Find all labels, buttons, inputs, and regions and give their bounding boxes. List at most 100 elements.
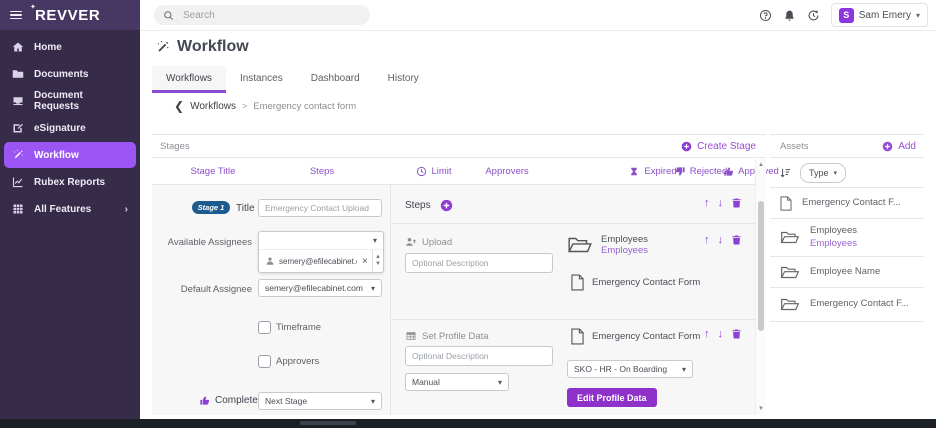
tab-bar: Workflows Instances Dashboard History bbox=[152, 66, 433, 93]
delete-stage-trash-icon[interactable] bbox=[731, 197, 742, 209]
type-filter-select[interactable]: Type ▾ bbox=[800, 163, 847, 183]
upload-description-input[interactable] bbox=[405, 253, 553, 273]
tab-history[interactable]: History bbox=[374, 66, 433, 93]
delete-step-trash-icon[interactable] bbox=[731, 234, 742, 246]
clock-icon bbox=[416, 166, 427, 177]
sidebar-item-esignature[interactable]: eSignature bbox=[0, 115, 140, 141]
stages-column-header: Stage Title Steps Limit Approvers Expire… bbox=[152, 159, 779, 185]
complete-select[interactable]: Next Stage ▾ bbox=[258, 392, 382, 410]
tab-dashboard[interactable]: Dashboard bbox=[297, 66, 374, 93]
folder-link[interactable]: Employees bbox=[601, 245, 648, 256]
profile-step-label: Set Profile Data bbox=[422, 330, 489, 342]
spinner-up-icon[interactable]: ▲ bbox=[375, 254, 381, 261]
scroll-up-icon[interactable]: ▲ bbox=[756, 162, 766, 168]
edit-profile-data-button[interactable]: Edit Profile Data bbox=[567, 388, 657, 407]
step-actions: ↑ ↓ bbox=[704, 328, 742, 340]
asset-item-folder[interactable]: Emergency Contact F... bbox=[770, 288, 924, 322]
move-step-up-icon[interactable]: ↑ bbox=[704, 234, 710, 246]
sidebar-item-workflow[interactable]: Workflow bbox=[4, 142, 136, 168]
title-label: Title bbox=[236, 203, 255, 214]
tab-workflows[interactable]: Workflows bbox=[152, 66, 226, 93]
breadcrumb-back-icon[interactable]: ❮ bbox=[174, 100, 184, 112]
profile-description-input[interactable] bbox=[405, 346, 553, 366]
sidebar-item-document-requests[interactable]: Document Requests bbox=[0, 88, 140, 114]
document-icon bbox=[571, 328, 584, 345]
step-set-profile-data: Set Profile Data Manual ▾ Emergency Cont… bbox=[391, 319, 756, 415]
spinner-down-icon[interactable]: ▼ bbox=[375, 261, 381, 268]
profile-template-select[interactable]: SKO - HR - On Boarding ▾ bbox=[567, 360, 693, 378]
sidebar-item-rubex-reports[interactable]: Rubex Reports bbox=[0, 169, 140, 195]
move-stage-down-icon[interactable]: ↓ bbox=[718, 197, 724, 209]
column-steps: Steps bbox=[309, 166, 335, 177]
timeframe-checkbox[interactable] bbox=[258, 321, 271, 334]
bottom-window-bar bbox=[0, 419, 936, 428]
default-assignee-select[interactable]: semery@efilecabinet.com ▾ bbox=[258, 279, 382, 297]
move-step-up-icon[interactable]: ↑ bbox=[704, 328, 710, 340]
asset-item-document[interactable]: Emergency Contact F... bbox=[770, 188, 924, 219]
assets-sort-row: Type ▾ bbox=[770, 159, 924, 188]
notifications-bell-icon[interactable] bbox=[783, 9, 796, 22]
timeframe-label: Timeframe bbox=[276, 322, 322, 333]
document-title: Emergency Contact Form bbox=[592, 331, 701, 342]
topbar-actions: S Sam Emery ▾ bbox=[759, 0, 928, 30]
available-assignees-select[interactable]: ▾ bbox=[259, 232, 383, 249]
sidebar-item-all-features[interactable]: All Features › bbox=[0, 196, 140, 222]
user-menu[interactable]: S Sam Emery ▾ bbox=[830, 3, 928, 27]
stages-panel: Stages Create Stage Stage Title Steps Li… bbox=[152, 134, 779, 415]
remove-assignee-icon[interactable]: × bbox=[362, 256, 368, 267]
chevron-down-icon: ▾ bbox=[497, 377, 502, 387]
revver-logo: ✦ REVVER bbox=[30, 3, 101, 24]
create-stage-button[interactable]: Create Stage bbox=[681, 141, 756, 152]
steps-header: Steps bbox=[405, 199, 453, 212]
sort-icon[interactable] bbox=[780, 167, 792, 179]
chevron-down-icon: ▾ bbox=[681, 364, 686, 374]
document-icon bbox=[780, 195, 792, 211]
stage-actions: ↑ ↓ bbox=[704, 197, 742, 209]
add-asset-button[interactable]: Add bbox=[882, 141, 916, 152]
sidebar-item-documents[interactable]: Documents bbox=[0, 61, 140, 87]
profile-mode-select[interactable]: Manual ▾ bbox=[405, 373, 509, 391]
delete-step-trash-icon[interactable] bbox=[731, 328, 742, 340]
chevron-down-icon: ▾ bbox=[370, 396, 375, 406]
breadcrumb-current: Emergency contact form bbox=[253, 100, 357, 112]
assignee-spinner[interactable]: ▲ ▼ bbox=[371, 250, 383, 272]
hourglass-icon bbox=[629, 166, 640, 177]
move-step-down-icon[interactable]: ↓ bbox=[718, 328, 724, 340]
search-bar[interactable] bbox=[154, 5, 370, 25]
folder-title: Employees bbox=[601, 234, 648, 245]
step-actions: ↑ ↓ bbox=[704, 234, 742, 246]
approvers-checkbox[interactable] bbox=[258, 355, 271, 368]
signature-icon bbox=[12, 122, 24, 134]
horizontal-scrollbar-thumb[interactable] bbox=[300, 421, 356, 425]
avatar: S bbox=[838, 7, 854, 23]
asset-item-folder[interactable]: Employees Employees bbox=[770, 219, 924, 257]
plus-circle-icon bbox=[882, 141, 893, 152]
tab-instances[interactable]: Instances bbox=[226, 66, 297, 93]
page-title: Workflow bbox=[177, 38, 249, 55]
search-input[interactable] bbox=[181, 8, 345, 22]
history-icon[interactable] bbox=[807, 9, 820, 22]
inbox-icon bbox=[12, 95, 24, 107]
scroll-down-icon[interactable]: ▼ bbox=[756, 406, 766, 412]
stages-scrollbar[interactable]: ▲ ▼ bbox=[755, 159, 766, 415]
scrollbar-thumb[interactable] bbox=[758, 201, 764, 331]
chevron-down-icon: ▾ bbox=[915, 10, 920, 20]
move-step-down-icon[interactable]: ↓ bbox=[718, 234, 724, 246]
hamburger-menu-icon[interactable] bbox=[10, 10, 22, 20]
stage-title-input[interactable] bbox=[258, 199, 382, 217]
breadcrumb-workflows-link[interactable]: Workflows bbox=[190, 101, 236, 112]
help-icon[interactable] bbox=[759, 9, 772, 22]
default-assignee-label: Default Assignee bbox=[180, 284, 252, 295]
steps-column: Steps ↑ ↓ Upload Optional Description Em… bbox=[391, 185, 756, 415]
add-step-button[interactable] bbox=[440, 199, 453, 212]
column-stage-title: Stage Title bbox=[190, 166, 236, 177]
available-assignees-dropdown[interactable]: ▾ semery@efilecabinet.com × ▲ ▼ bbox=[258, 231, 384, 273]
assignee-email: semery@efilecabinet.com bbox=[279, 256, 357, 266]
asset-folder-link[interactable]: Employees bbox=[810, 238, 857, 251]
column-limit: Limit bbox=[404, 159, 464, 184]
move-stage-up-icon[interactable]: ↑ bbox=[704, 197, 710, 209]
asset-item-folder[interactable]: Employee Name bbox=[770, 257, 924, 288]
sidebar-item-home[interactable]: Home bbox=[0, 34, 140, 60]
profile-document-asset: Emergency Contact Form bbox=[571, 328, 700, 345]
user-name: Sam Emery bbox=[858, 9, 911, 21]
